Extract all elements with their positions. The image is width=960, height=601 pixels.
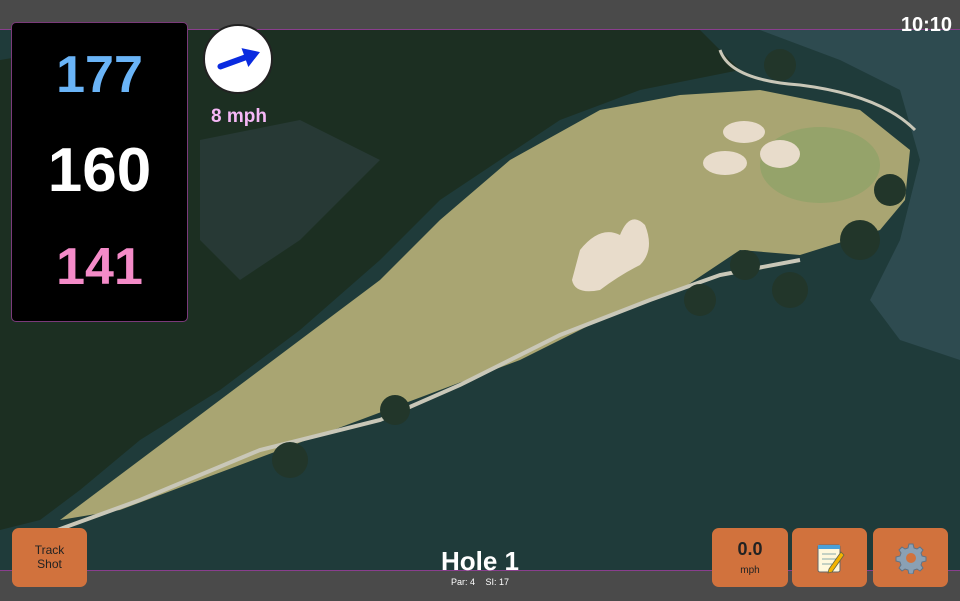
greenside-bunker <box>703 151 747 175</box>
greenside-bunker <box>723 121 765 143</box>
hole-stroke-index: SI: 17 <box>485 577 510 587</box>
wind-arrow-icon <box>217 48 260 70</box>
tree <box>874 174 906 206</box>
tree <box>772 272 808 308</box>
distance-panel: 177 160 141 <box>11 22 188 322</box>
wind-speed-label: 8 mph <box>211 106 267 127</box>
hole-par: Par: 4 <box>450 577 475 587</box>
track-shot-label-line1: Track <box>34 543 65 557</box>
track-shot-label-line2: Shot <box>37 556 62 571</box>
track-shot-button[interactable]: Track Shot <box>12 528 87 587</box>
tree <box>380 395 410 425</box>
greenside-bunker <box>760 140 800 168</box>
notepad-icon <box>817 544 845 574</box>
tree <box>730 250 760 280</box>
tree <box>840 220 880 260</box>
wind-indicator <box>203 24 273 94</box>
distance-front: 141 <box>56 238 143 296</box>
settings-button[interactable] <box>873 528 948 587</box>
speed-unit: mph <box>740 565 760 576</box>
hole-meta: Par: 4 SI: 17 <box>380 577 580 587</box>
clock: 10:10 <box>900 14 952 36</box>
tree <box>272 442 308 478</box>
gear-icon <box>895 543 926 574</box>
hole-title: Hole 1 <box>440 546 520 576</box>
distance-back: 177 <box>56 46 143 104</box>
distance-middle: 160 <box>47 136 152 205</box>
tree <box>764 49 796 81</box>
speed-button[interactable]: 0.0 mph <box>712 528 788 587</box>
tree <box>684 284 716 316</box>
notes-button[interactable] <box>792 528 867 587</box>
speed-value: 0.0 <box>737 539 763 559</box>
